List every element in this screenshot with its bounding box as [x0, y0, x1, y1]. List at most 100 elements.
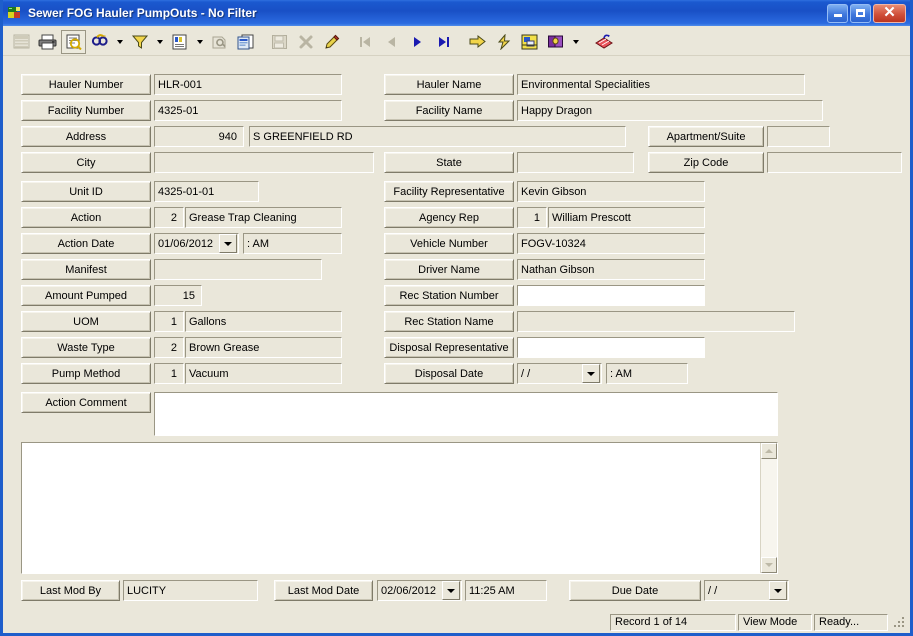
field-address-street[interactable]: S GREENFIELD RD	[249, 126, 626, 147]
field-vehicle-number[interactable]: FOGV-10324	[517, 233, 705, 254]
field-uom-code[interactable]: 1	[154, 311, 184, 332]
field-last-mod-time[interactable]: 11:25 AM	[465, 580, 547, 601]
field-last-mod-date[interactable]: 02/06/2012	[377, 580, 462, 601]
field-waste-type-code[interactable]: 2	[154, 337, 184, 358]
field-address-number[interactable]: 940	[154, 126, 244, 147]
field-waste-type-description[interactable]: Brown Grease	[185, 337, 342, 358]
label-zip-code: Zip Code	[648, 152, 764, 173]
field-city[interactable]	[154, 152, 374, 173]
field-action-comment[interactable]	[154, 392, 778, 436]
field-notes[interactable]	[21, 442, 778, 574]
field-state[interactable]	[517, 152, 634, 173]
save-icon[interactable]	[267, 29, 292, 54]
gis-map-icon[interactable]	[517, 29, 542, 54]
notes-scrollbar[interactable]	[760, 443, 777, 573]
field-unit-id[interactable]: 4325-01-01	[154, 181, 259, 202]
window-title: Sewer FOG Hauler PumpOuts - No Filter	[28, 6, 257, 20]
goto-icon[interactable]	[465, 29, 490, 54]
delete-icon[interactable]	[293, 29, 318, 54]
last-mod-date-dropdown-icon[interactable]	[442, 581, 460, 600]
application-window: Sewer FOG Hauler PumpOuts - No Filter ✕	[0, 0, 913, 636]
scroll-down-icon[interactable]	[761, 557, 777, 573]
field-action-date[interactable]: 01/06/2012	[154, 233, 239, 254]
toolbar	[3, 26, 910, 56]
field-hauler-number[interactable]: HLR-001	[154, 74, 342, 95]
workflow-icon[interactable]	[491, 29, 516, 54]
field-disposal-representative[interactable]	[517, 337, 705, 358]
title-bar[interactable]: Sewer FOG Hauler PumpOuts - No Filter ✕	[3, 0, 910, 26]
field-action-time[interactable]: : AM	[243, 233, 342, 254]
field-apartment-suite[interactable]	[767, 126, 830, 147]
attachment-icon[interactable]	[591, 29, 616, 54]
maximize-button[interactable]	[850, 3, 871, 23]
field-facility-representative[interactable]: Kevin Gibson	[517, 181, 705, 202]
previous-record-icon[interactable]	[379, 29, 404, 54]
toolbar-separator	[583, 31, 591, 53]
copy-record-icon[interactable]	[233, 29, 258, 54]
due-date-value: / /	[708, 584, 718, 597]
edit-pencil-icon[interactable]	[319, 29, 344, 54]
grid-view-icon[interactable]	[9, 29, 34, 54]
application-icon	[7, 5, 23, 21]
label-apartment-suite: Apartment/Suite	[648, 126, 764, 147]
field-amount-pumped[interactable]: 15	[154, 285, 202, 306]
field-driver-name[interactable]: Nathan Gibson	[517, 259, 705, 280]
report-dropdown-icon[interactable]	[193, 29, 206, 54]
disposal-date-dropdown-icon[interactable]	[582, 364, 600, 383]
toolbar-separator	[259, 31, 267, 53]
field-disposal-date[interactable]: / /	[517, 363, 602, 384]
label-agency-rep: Agency Rep	[384, 207, 514, 228]
first-record-icon[interactable]	[353, 29, 378, 54]
notes-text-area[interactable]	[22, 443, 760, 573]
toolbar-separator	[345, 31, 353, 53]
field-last-mod-by[interactable]: LUCITY	[123, 580, 258, 601]
status-record: Record 1 of 14	[610, 613, 736, 631]
form-body: Hauler Number HLR-001 Hauler Name Enviro…	[3, 56, 910, 605]
next-record-icon[interactable]	[405, 29, 430, 54]
field-agency-rep-code[interactable]: 1	[517, 207, 547, 228]
close-button[interactable]: ✕	[873, 3, 906, 23]
field-manifest[interactable]	[154, 259, 322, 280]
print-preview-icon[interactable]	[61, 29, 86, 54]
filter-icon[interactable]	[127, 29, 152, 54]
label-hauler-number: Hauler Number	[21, 74, 151, 95]
field-zip-code[interactable]	[767, 152, 902, 173]
book-icon[interactable]	[543, 29, 568, 54]
field-action-code[interactable]: 2	[154, 207, 184, 228]
field-facility-number[interactable]: 4325-01	[154, 100, 342, 121]
label-action: Action	[21, 207, 151, 228]
label-action-comment: Action Comment	[21, 392, 151, 413]
field-agency-rep-name[interactable]: William Prescott	[548, 207, 705, 228]
field-facility-name[interactable]: Happy Dragon	[517, 100, 823, 121]
field-rec-station-number[interactable]	[517, 285, 705, 306]
label-address: Address	[21, 126, 151, 147]
scrollbar-track[interactable]	[761, 459, 777, 557]
find-icon[interactable]	[87, 29, 112, 54]
label-unit-id: Unit ID	[21, 181, 151, 202]
resize-grip-icon[interactable]	[892, 615, 906, 629]
filter-dropdown-icon[interactable]	[153, 29, 166, 54]
field-hauler-name[interactable]: Environmental Specialities	[517, 74, 805, 95]
scroll-up-icon[interactable]	[761, 443, 777, 459]
field-pump-method-description[interactable]: Vacuum	[185, 363, 342, 384]
properties-icon[interactable]	[207, 29, 232, 54]
status-mode: View Mode	[738, 613, 812, 631]
report-icon[interactable]	[167, 29, 192, 54]
print-icon[interactable]	[35, 29, 60, 54]
status-bar: Record 1 of 14 View Mode Ready...	[3, 611, 910, 633]
field-due-date[interactable]: / /	[704, 580, 789, 601]
field-uom-description[interactable]: Gallons	[185, 311, 342, 332]
label-amount-pumped: Amount Pumped	[21, 285, 151, 306]
due-date-dropdown-icon[interactable]	[769, 581, 787, 600]
minimize-button[interactable]	[827, 3, 848, 23]
last-record-icon[interactable]	[431, 29, 456, 54]
find-dropdown-icon[interactable]	[113, 29, 126, 54]
label-vehicle-number: Vehicle Number	[384, 233, 514, 254]
field-disposal-time[interactable]: : AM	[606, 363, 688, 384]
field-rec-station-name[interactable]	[517, 311, 795, 332]
book-dropdown-icon[interactable]	[569, 29, 582, 54]
field-action-description[interactable]: Grease Trap Cleaning	[185, 207, 342, 228]
action-date-dropdown-icon[interactable]	[219, 234, 237, 253]
label-facility-representative: Facility Representative	[384, 181, 514, 202]
field-pump-method-code[interactable]: 1	[154, 363, 184, 384]
